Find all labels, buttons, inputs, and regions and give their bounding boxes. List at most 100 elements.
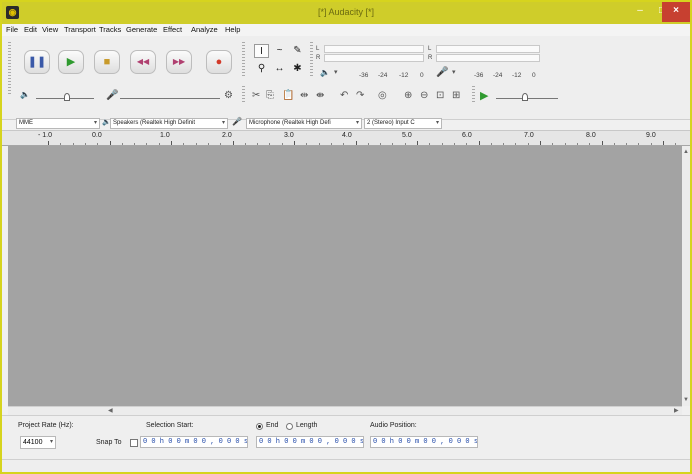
skip-to-end-icon: ▶▶ — [172, 57, 186, 66]
ruler-tick — [663, 141, 664, 145]
track-area[interactable] — [8, 146, 682, 406]
zoom-in-icon[interactable]: ⊕ — [404, 90, 412, 101]
audio-position-field[interactable]: 0 0 h 0 0 m 0 0 , 0 0 0 s — [370, 436, 478, 448]
ruler-tick — [269, 143, 271, 145]
ruler-tick — [207, 143, 209, 145]
record-scale-label: 0 — [420, 72, 424, 79]
snap-to-checkbox[interactable] — [130, 439, 138, 447]
ruler-tick — [613, 143, 615, 145]
menu-view[interactable]: View — [42, 25, 58, 34]
menu-edit[interactable]: Edit — [24, 25, 37, 34]
menu-effect[interactable]: Effect — [163, 25, 182, 34]
redo-icon[interactable]: ↷ — [356, 90, 364, 101]
scroll-up-icon[interactable]: ▲ — [682, 148, 690, 156]
ruler-label: 4.0 — [342, 132, 352, 139]
vertical-scrollbar[interactable]: ▲ ▼ — [682, 146, 690, 406]
ruler-label: - 1.0 — [38, 132, 53, 139]
menu-tracks[interactable]: Tracks — [99, 25, 121, 34]
toolbar-grip[interactable] — [242, 42, 245, 78]
play-meter-left[interactable] — [436, 45, 540, 53]
ruler-tick — [121, 143, 123, 145]
record-button[interactable]: ● — [206, 50, 232, 74]
end-radio[interactable] — [256, 423, 263, 430]
chevron-down-icon: ▾ — [355, 120, 359, 126]
fit-project-icon[interactable]: ⊞ — [452, 90, 460, 101]
copy-icon[interactable]: ⎘ — [266, 90, 274, 101]
record-meter-right[interactable] — [324, 54, 424, 62]
play-button[interactable]: ▶ — [58, 50, 84, 74]
recording-channels-select[interactable]: 2 (Stereo) Input C ▾ — [364, 118, 442, 129]
ruler-tick — [158, 143, 160, 145]
horizontal-scrollbar[interactable]: ◀ ▶ — [8, 406, 682, 415]
microphone-meter-icon[interactable]: 🔈 — [320, 68, 330, 77]
mixer-icon[interactable]: ⚙ — [224, 90, 233, 101]
audio-host-select[interactable]: MME ▾ — [16, 118, 100, 129]
play-at-speed-icon[interactable]: ▶ — [480, 89, 488, 102]
microphone-icon[interactable]: 🎤 — [436, 67, 448, 78]
selection-start-field[interactable]: 0 0 h 0 0 m 0 0 , 0 0 0 s — [140, 436, 248, 448]
length-radio[interactable] — [286, 423, 293, 430]
pause-button[interactable]: ❚❚ — [24, 50, 50, 74]
paste-icon[interactable]: 📋 — [282, 90, 294, 101]
zoom-tool-icon[interactable]: ⚲ — [254, 62, 269, 76]
toolbar-grip[interactable] — [310, 42, 313, 78]
timeline-ruler[interactable]: - 1.0 0.0 1.0 2.0 3.0 4.0 5.0 6.0 7.0 8.… — [2, 130, 690, 146]
selection-tool-icon[interactable]: I — [254, 44, 269, 58]
record-scale-label: -12 — [399, 72, 409, 79]
recording-volume-slider[interactable] — [120, 98, 220, 99]
toolbar-grip[interactable] — [8, 42, 11, 94]
record-scale-label: -36 — [359, 72, 369, 79]
fit-selection-icon[interactable]: ⊡ — [436, 90, 444, 101]
trim-icon[interactable]: ⇹ — [300, 90, 308, 101]
sync-lock-icon[interactable]: ◎ — [378, 90, 387, 101]
play-meter-right[interactable] — [436, 54, 540, 62]
menu-transport[interactable]: Transport — [64, 25, 96, 34]
menu-help[interactable]: Help — [225, 25, 240, 34]
time-shift-tool-icon[interactable]: ↔ — [272, 62, 287, 76]
recording-device-select[interactable]: Microphone (Realtek High Defi ▾ — [246, 118, 362, 129]
menu-generate[interactable]: Generate — [126, 25, 157, 34]
menu-file[interactable]: File — [6, 25, 18, 34]
toolbar-grip[interactable] — [242, 86, 245, 104]
record-meter-left[interactable] — [324, 45, 424, 53]
ruler-tick — [134, 143, 136, 145]
project-rate-select[interactable]: 44100 ▾ — [20, 436, 56, 449]
ruler-tick — [171, 141, 172, 145]
undo-icon[interactable]: ↶ — [340, 90, 348, 101]
record-meter-left-label: L — [316, 46, 320, 52]
ruler-label: 5.0 — [402, 132, 412, 139]
scroll-right-icon[interactable]: ▶ — [674, 407, 679, 415]
ruler-tick — [453, 143, 455, 145]
ruler-tick — [540, 141, 541, 145]
stop-button[interactable]: ■ — [94, 50, 120, 74]
chevron-down-icon: ▾ — [221, 120, 225, 126]
cut-icon[interactable]: ✂ — [252, 90, 260, 101]
end-field[interactable]: 0 0 h 0 0 m 0 0 , 0 0 0 s — [256, 436, 364, 448]
play-at-speed-thumb[interactable] — [522, 93, 528, 101]
ruler-tick — [380, 143, 382, 145]
skip-to-end-button[interactable]: ▶▶ — [166, 50, 192, 74]
playback-volume-thumb[interactable] — [64, 93, 70, 101]
multi-tool-icon[interactable]: ✱ — [290, 62, 305, 76]
microphone-volume-icon: 🎤 — [106, 90, 119, 101]
envelope-tool-icon[interactable]: ~ — [272, 44, 287, 58]
play-scale-label: -24 — [493, 72, 503, 79]
scroll-left-icon[interactable]: ◀ — [108, 407, 113, 415]
menu-analyze[interactable]: Analyze — [191, 25, 218, 34]
zoom-out-icon[interactable]: ⊖ — [420, 90, 428, 101]
audacity-window: ◉ [*] Audacity [*] – □ × File Edit View … — [0, 0, 692, 474]
ruler-tick — [552, 143, 554, 145]
draw-tool-icon[interactable]: ✎ — [290, 44, 305, 58]
chevron-down-icon: ▾ — [435, 120, 439, 126]
microphone-icon: 🎤 — [232, 117, 242, 126]
toolbar-grip[interactable] — [472, 86, 475, 104]
ruler-tick — [503, 143, 505, 145]
record-meter-dropdown-icon[interactable]: ▾ — [334, 68, 338, 76]
scroll-down-icon[interactable]: ▼ — [682, 396, 690, 404]
play-meter-dropdown-icon[interactable]: ▾ — [452, 68, 456, 76]
skip-to-start-button[interactable]: ◀◀ — [130, 50, 156, 74]
close-button[interactable]: × — [662, 2, 690, 22]
ruler-label: 6.0 — [462, 132, 472, 139]
silence-icon[interactable]: ⇼ — [316, 90, 324, 101]
playback-device-select[interactable]: Speakers (Realtek High Definit ▾ — [110, 118, 228, 129]
